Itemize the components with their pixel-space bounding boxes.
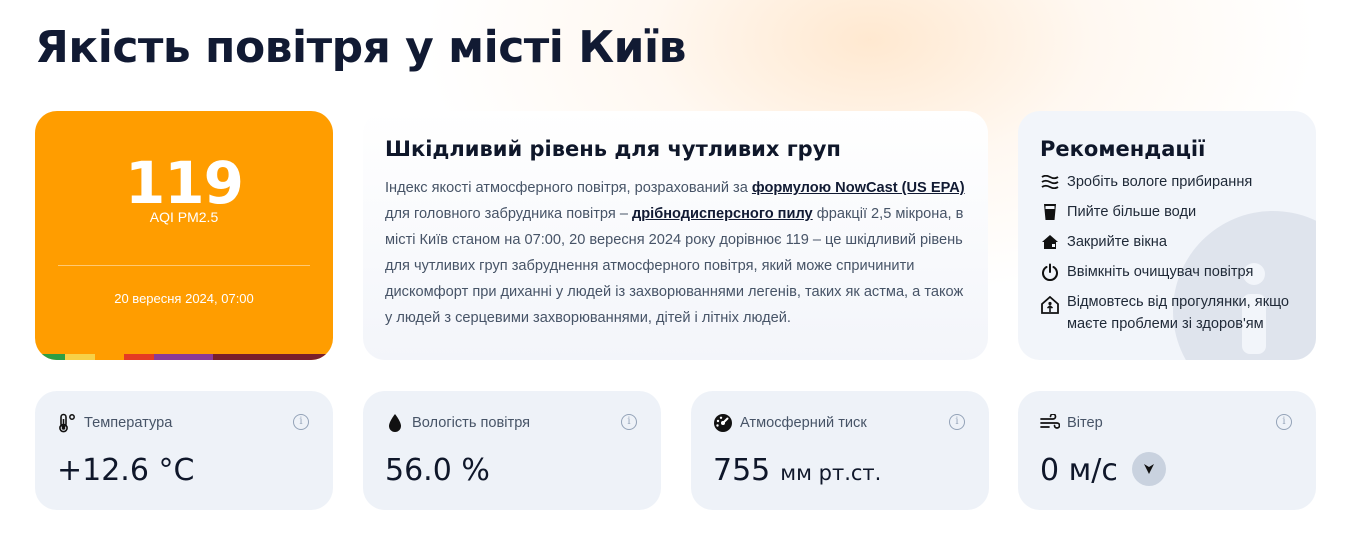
recommendation-item: Ввімкніть очищувач повітря: [1040, 261, 1294, 283]
water-drop-icon: [385, 413, 405, 433]
description-text-part: Індекс якості атмосферного повітря, розр…: [385, 180, 752, 196]
scale-segment-unhealthy: [124, 354, 154, 360]
recommendation-item: Зробіть вологе прибирання: [1040, 171, 1294, 193]
temperature-label: Температура: [84, 415, 173, 431]
wind-icon: [1040, 413, 1060, 433]
temperature-header: Температура: [57, 413, 311, 433]
description-text-part: фракції 2,5 мікрона, в місті Київ станом…: [385, 206, 964, 326]
aqi-value: 119: [124, 149, 244, 217]
gauge-icon: [713, 413, 733, 433]
pm25-link[interactable]: дрібнодисперсного пилу: [632, 206, 813, 222]
pressure-value-text: 755: [713, 453, 771, 488]
recommendation-label: Відмовтесь від прогулянки, якщо маєте пр…: [1067, 294, 1290, 332]
recommendations-list: Зробіть вологе прибирання Пийте більше в…: [1040, 171, 1294, 335]
wind-card: Вітер i 0 м/с: [1018, 391, 1316, 510]
scale-segment-good: [35, 354, 65, 360]
page-title: Якість повітря у місті Київ: [35, 22, 686, 73]
temperature-value-text: +12.6 °C: [57, 453, 195, 488]
wind-direction-arrow-icon: [1131, 451, 1166, 486]
nowcast-formula-link[interactable]: формулою NowCast (US EPA): [752, 180, 965, 196]
pressure-card: Атмосферний тиск i 755 мм рт.ст.: [691, 391, 989, 510]
wind-value: 0 м/с: [1040, 451, 1166, 488]
recommendation-item: Відмовтесь від прогулянки, якщо маєте пр…: [1040, 291, 1294, 335]
stay-home-icon: [1040, 295, 1060, 315]
aqi-label: AQI PM2.5: [149, 209, 219, 225]
recommendation-item: Закрийте вікна: [1040, 231, 1294, 253]
wind-header: Вітер: [1040, 413, 1294, 433]
divider: [58, 265, 310, 266]
scale-segment-very-unhealthy: [154, 354, 213, 360]
temperature-value: +12.6 °C: [57, 453, 194, 488]
pressure-unit: мм рт.ст.: [780, 461, 882, 485]
info-icon[interactable]: i: [949, 414, 965, 430]
info-icon[interactable]: i: [1276, 414, 1292, 430]
scale-segment-sensitive: [95, 354, 124, 360]
wind-label: Вітер: [1067, 415, 1103, 431]
recommendation-label: Ввімкніть очищувач повітря: [1067, 264, 1254, 280]
recommendation-label: Пийте більше води: [1067, 204, 1197, 220]
aqi-scale-bar: [35, 354, 333, 360]
wet-cleaning-icon: [1040, 172, 1060, 192]
recommendation-item: Пийте більше води: [1040, 201, 1294, 223]
pressure-header: Атмосферний тиск: [713, 413, 967, 433]
aqi-description-card: Шкідливий рівень для чутливих груп Індек…: [363, 111, 988, 360]
humidity-label: Вологість повітря: [412, 415, 531, 431]
water-glass-icon: [1040, 202, 1060, 222]
house-icon: [1040, 232, 1060, 252]
pressure-label: Атмосферний тиск: [740, 415, 867, 431]
recommendations-card: Рекомендації Зробіть вологе прибирання П…: [1018, 111, 1316, 360]
humidity-header: Вологість повітря: [385, 413, 639, 433]
thermometer-icon: [57, 413, 77, 433]
info-icon[interactable]: i: [293, 414, 309, 430]
humidity-card: Вологість повітря i 56.0 %: [363, 391, 661, 510]
aqi-level-heading: Шкідливий рівень для чутливих груп: [385, 137, 841, 161]
recommendations-heading: Рекомендації: [1040, 137, 1206, 161]
aqi-card: 119 AQI PM2.5 20 вересня 2024, 07:00: [35, 111, 333, 360]
humidity-value: 56.0 %: [385, 453, 490, 488]
humidity-value-text: 56.0 %: [385, 453, 490, 488]
scale-segment-hazardous: [213, 354, 333, 360]
info-icon[interactable]: i: [621, 414, 637, 430]
wind-value-text: 0 м/с: [1040, 453, 1118, 488]
power-icon: [1040, 262, 1060, 282]
recommendation-label: Зробіть вологе прибирання: [1067, 174, 1253, 190]
scale-segment-moderate: [65, 354, 95, 360]
description-text-part: для головного забрудника повітря –: [385, 206, 632, 222]
aqi-date: 20 вересня 2024, 07:00: [114, 291, 254, 306]
pressure-value: 755 мм рт.ст.: [713, 453, 881, 488]
recommendation-label: Закрийте вікна: [1067, 234, 1167, 250]
temperature-card: Температура i +12.6 °C: [35, 391, 333, 510]
aqi-description-text: Індекс якості атмосферного повітря, розр…: [385, 175, 966, 331]
